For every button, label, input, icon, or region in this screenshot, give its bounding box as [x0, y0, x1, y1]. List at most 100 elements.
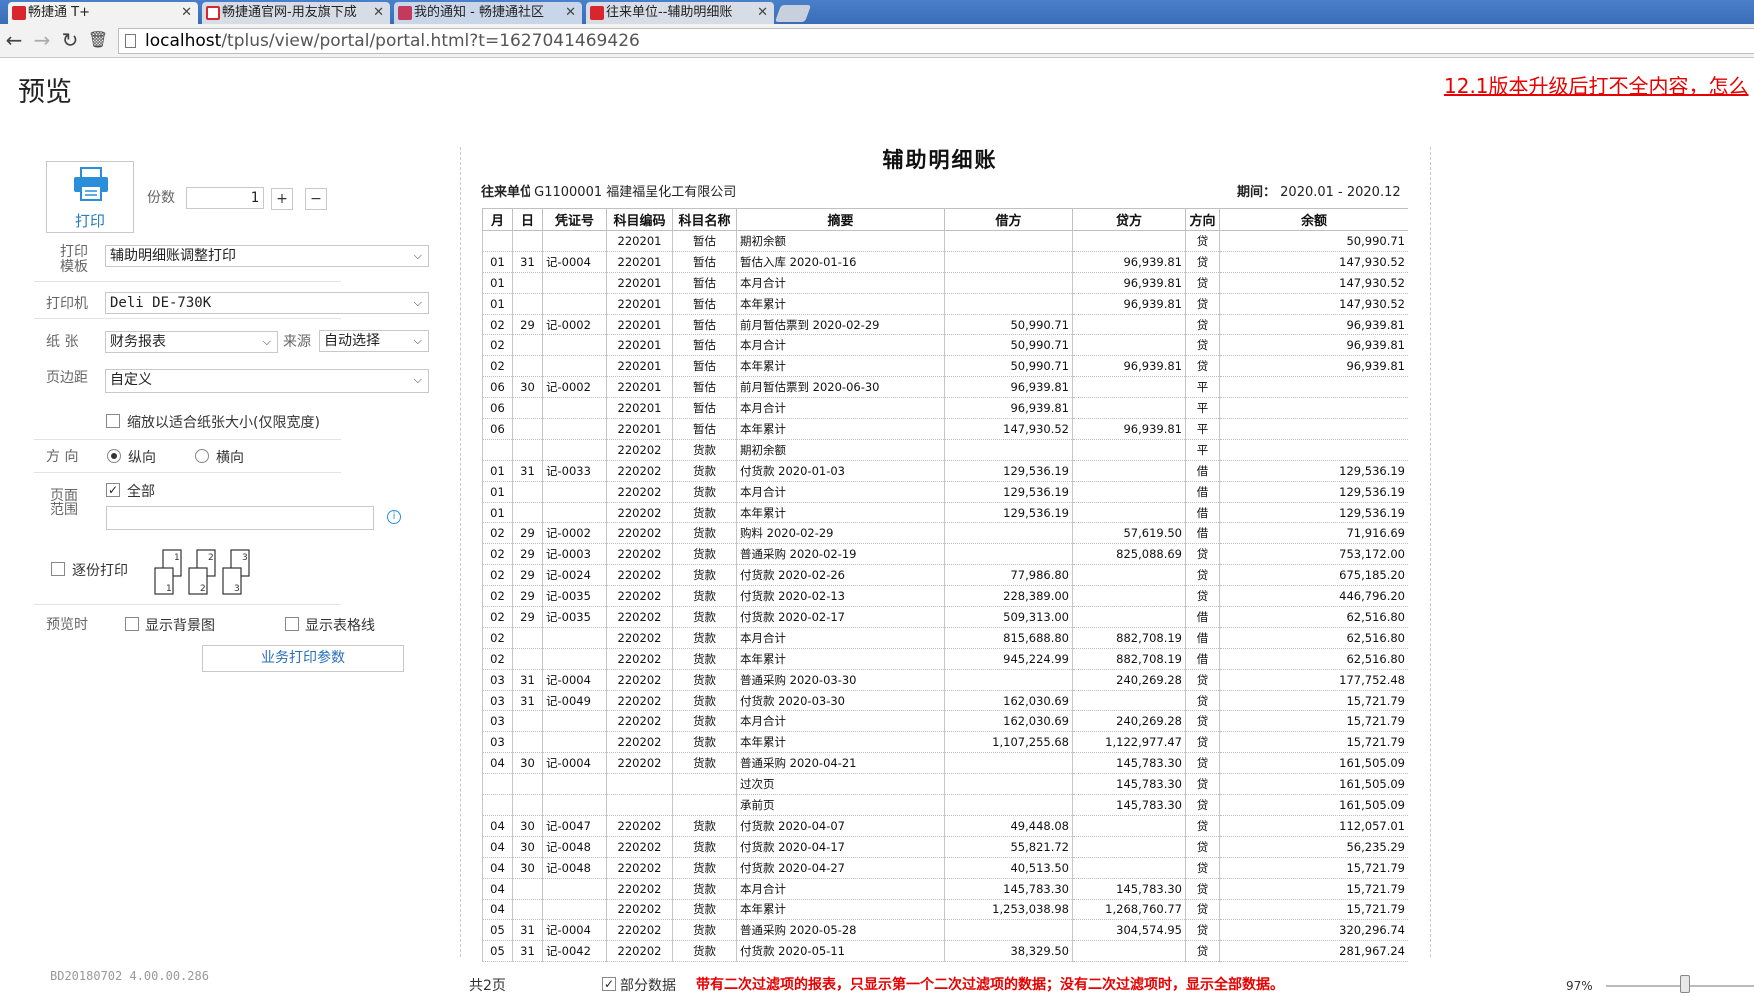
table-cell: 882,708.19 [1072, 648, 1186, 670]
copies-decrease-button[interactable]: − [305, 188, 327, 210]
table-row: 04 30 记-0048 220202 货款 付货款 2020-04-27 40,513.5… [482, 857, 1408, 879]
copies-input[interactable]: 1 [186, 187, 264, 209]
table-cell: 220202 [606, 522, 673, 545]
source-select[interactable]: 自动选择 ⌵ [319, 330, 429, 352]
table-cell: 240,269.28 [1072, 710, 1186, 733]
table-cell: 220202 [606, 690, 673, 712]
table-cell: 记-0003 [542, 543, 607, 566]
zoom-slider-handle[interactable] [1680, 975, 1690, 993]
table-cell: 贷 [1185, 710, 1220, 733]
orientation-label: 方 向 [46, 449, 79, 465]
copies-increase-button[interactable]: + [271, 188, 293, 210]
table-row: 01 220201 暂估 本月合计 96,939.81 贷 147,930.52 [482, 272, 1408, 294]
tab-notifications[interactable]: 我的通知 - 畅捷通社区 ✕ [394, 2, 582, 24]
table-cell: 15,721.79 [1219, 690, 1408, 712]
table-cell: 220202 [606, 606, 673, 628]
tab-ledger[interactable]: 往来单位--辅助明细账 ✕ [586, 2, 774, 24]
business-print-params-button[interactable]: 业务打印参数 [202, 645, 404, 672]
show-gridlines-checkbox[interactable] [285, 617, 299, 631]
table-cell [1072, 940, 1186, 963]
table-cell: 本年累计 [736, 293, 945, 315]
table-cell: 145,783.30 [944, 878, 1073, 900]
table-cell: 220201 [606, 355, 673, 378]
table-cell: 货款 [672, 606, 737, 628]
table-cell: 03 [482, 690, 513, 712]
printer-value: Deli DE-730K [110, 295, 212, 311]
table-cell [944, 293, 1073, 315]
page-icon [125, 34, 136, 48]
table-cell: 货款 [672, 857, 737, 879]
table-cell: 暂估入库 2020-01-16 [736, 251, 945, 273]
upgrade-notice-link[interactable]: 12.1版本升级后打不全内容，怎么 [1444, 70, 1749, 99]
collate-checkbox[interactable] [51, 562, 65, 576]
table-cell: 220201 [606, 397, 673, 420]
table-row: 06 220201 暂估 本年累计 147,930.52 96,939.81 平 [482, 418, 1408, 440]
margin-select[interactable]: 自定义 ⌵ [105, 369, 429, 393]
table-cell: 145,783.30 [1072, 794, 1186, 816]
table-cell [1072, 815, 1186, 837]
copies-label: 份数 [147, 190, 175, 206]
table-cell: 145,783.30 [1072, 878, 1186, 900]
table-cell: 普通采购 2020-05-28 [736, 919, 945, 942]
printer-select[interactable]: Deli DE-730K ⌵ [105, 292, 429, 314]
partner-label: 往来单位: [481, 185, 530, 200]
close-tab-icon[interactable]: ✕ [181, 2, 192, 24]
table-cell: 220202 [606, 836, 673, 858]
info-icon[interactable]: i [387, 510, 401, 524]
table-cell: 675,185.20 [1219, 564, 1408, 587]
table-cell: 本月合计 [736, 627, 945, 649]
period-line: 期间： 2020.01 - 2020.12 [1237, 181, 1401, 200]
svg-text:3: 3 [242, 553, 248, 563]
reload-icon[interactable]: ↻ [58, 28, 82, 52]
chanjet-favicon-icon [206, 6, 220, 20]
table-row: 03 31 记-0049 220202 货款 付货款 2020-03-30 162,030.… [482, 690, 1408, 712]
table-cell: 161,505.09 [1219, 794, 1408, 816]
ledger-table-viewport[interactable]: 月日凭证号 科目编码 科目名称 摘要 借方 贷方 方向 余额 220201 暂估 期初余额贷 50,… [482, 208, 1408, 966]
column-header: 余额 [1219, 208, 1408, 231]
page-range-input[interactable] [106, 506, 374, 530]
table-cell [542, 397, 607, 420]
all-pages-checkbox[interactable]: ✓ [106, 483, 120, 497]
new-tab-button[interactable] [774, 5, 812, 22]
table-cell: 228,389.00 [944, 585, 1073, 608]
table-cell: 753,172.00 [1219, 543, 1408, 566]
tab-tplus[interactable]: 畅捷通 T+ ✕ [8, 2, 198, 24]
landscape-radio[interactable] [195, 449, 209, 463]
paper-label: 纸 张 [46, 334, 79, 350]
tab-official-site[interactable]: 畅捷通官网-用友旗下成 ✕ [202, 2, 390, 24]
column-header: 借方 [944, 208, 1073, 231]
print-button[interactable]: 打印 [46, 161, 134, 233]
paper-select[interactable]: 财务报表 ⌵ [105, 331, 278, 353]
table-cell: 31 [512, 940, 543, 963]
table-cell: 96,939.81 [1072, 293, 1186, 315]
table-cell: 暂估 [672, 314, 737, 336]
trash-icon[interactable]: 🗑 [86, 28, 110, 52]
back-arrow-icon[interactable]: ← [2, 28, 26, 52]
table-cell: 借 [1185, 481, 1220, 503]
table-cell: 本年累计 [736, 899, 945, 921]
page-title: 预览 [18, 77, 72, 108]
scale-fit-checkbox[interactable] [106, 414, 120, 428]
portrait-radio[interactable] [107, 449, 121, 463]
table-cell: 145,783.30 [1072, 773, 1186, 796]
table-cell: 29 [512, 564, 543, 587]
show-background-checkbox[interactable] [125, 617, 139, 631]
table-cell: 本年累计 [736, 355, 945, 378]
table-cell: 30 [512, 752, 543, 775]
close-tab-icon[interactable]: ✕ [565, 2, 576, 24]
table-cell: 281,967.24 [1219, 940, 1408, 963]
partial-data-checkbox[interactable]: ✓ [602, 977, 616, 991]
template-select[interactable]: 辅助明细账调整打印 ⌵ [105, 245, 429, 267]
table-cell: 05 [482, 940, 513, 963]
table-cell: 货款 [672, 564, 737, 587]
forward-arrow-icon[interactable]: → [30, 28, 54, 52]
address-bar[interactable]: localhost/tplus/view/portal/portal.html?… [118, 28, 1754, 54]
show-background-label: 显示背景图 [145, 618, 215, 634]
table-cell: 暂估 [672, 272, 737, 294]
close-tab-icon[interactable]: ✕ [373, 2, 384, 24]
table-cell: 03 [482, 710, 513, 733]
table-cell: 177,752.48 [1219, 669, 1408, 691]
table-row: 02 29 记-0035 220202 货款 付货款 2020-02-13 228,389.… [482, 585, 1408, 608]
close-tab-icon[interactable]: ✕ [757, 2, 768, 24]
table-cell: 01 [482, 293, 513, 315]
